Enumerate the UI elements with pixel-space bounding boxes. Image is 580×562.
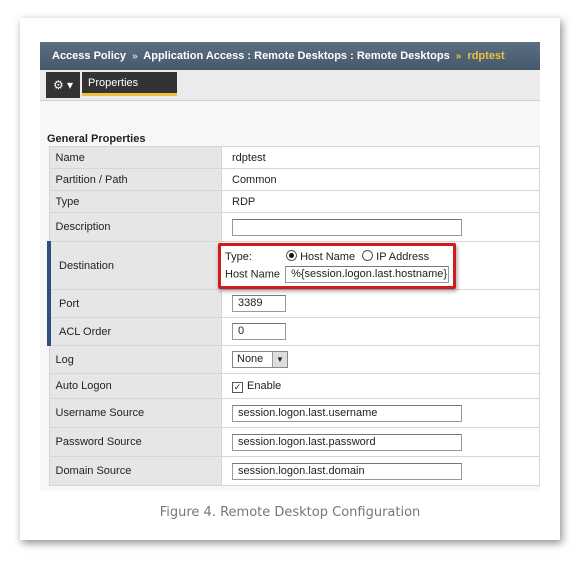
host-name-radio[interactable]	[286, 249, 298, 261]
breadcrumb: Access Policy » Application Access : Rem…	[40, 42, 540, 70]
field-label: Auto Logon	[48, 373, 222, 399]
breadcrumb-access-policy[interactable]: Access Policy	[52, 50, 126, 62]
table-row: Destination Type: Host Name IP Address H…	[47, 241, 540, 290]
table-row: Type RDP	[48, 190, 540, 213]
chevron-down-icon: ▼	[272, 352, 287, 367]
acl-order-input[interactable]: 0	[232, 323, 286, 340]
figure-caption: Figure 4. Remote Desktop Configuration	[159, 505, 421, 520]
field-label: Name	[48, 146, 222, 169]
gear-menu-button[interactable]: ⚙ ▾	[46, 72, 80, 98]
tab-bar: ⚙ ▾ Properties	[40, 70, 540, 101]
table-row: Password Source session.logon.last.passw…	[48, 427, 540, 457]
field-label: Description	[48, 212, 222, 242]
domain-source-input[interactable]: session.logon.last.domain	[232, 462, 462, 480]
enable-checkbox-label: Enable	[247, 379, 282, 392]
partition-value: Common	[221, 168, 540, 191]
properties-table: Name rdptest Partition / Path Common Typ…	[47, 146, 540, 486]
host-name-input[interactable]: %{session.logon.last.hostname}	[285, 265, 450, 283]
type-value: RDP	[221, 190, 540, 213]
field-label: Type	[48, 190, 222, 213]
breadcrumb-separator: »	[132, 51, 138, 62]
breadcrumb-separator: »	[455, 51, 462, 62]
breadcrumb-remote-desktops[interactable]: Application Access : Remote Desktops : R…	[143, 50, 449, 62]
table-row: Auto Logon ✓ Enable	[48, 373, 540, 399]
port-input[interactable]: 3389	[232, 295, 286, 312]
field-label: Domain Source	[48, 456, 222, 486]
ip-address-radio[interactable]	[362, 249, 374, 261]
tab-properties[interactable]: Properties	[82, 72, 177, 96]
field-label: Username Source	[48, 398, 222, 428]
field-label: Password Source	[48, 427, 222, 457]
table-row: Port 3389	[47, 289, 540, 318]
enable-checkbox[interactable]: ✓	[232, 381, 243, 393]
field-label: Log	[48, 345, 222, 374]
section-title: General Properties	[47, 133, 146, 145]
log-select-value: None	[237, 353, 264, 365]
field-label: ACL Order	[47, 317, 222, 346]
field-label: Port	[47, 289, 222, 318]
log-select[interactable]: None ▼	[232, 351, 288, 368]
ip-address-radio-label: IP Address	[376, 250, 430, 263]
breadcrumb-current: rdptest	[467, 50, 505, 62]
table-row: Username Source session.logon.last.usern…	[48, 398, 540, 428]
description-input[interactable]	[232, 218, 462, 236]
destination-highlight: Type: Host Name IP Address Host Name %{s…	[218, 242, 457, 289]
table-row: Description	[48, 212, 540, 242]
username-source-input[interactable]: session.logon.last.username	[232, 404, 462, 422]
table-row: Domain Source session.logon.last.domain	[48, 456, 540, 486]
table-row: Log None ▼	[48, 345, 540, 374]
field-label: Destination	[47, 241, 222, 290]
table-row: Name rdptest	[48, 146, 540, 169]
host-name-label: Host Name	[225, 267, 281, 280]
host-name-radio-label: Host Name	[300, 250, 356, 263]
table-row: ACL Order 0	[47, 317, 540, 346]
name-value: rdptest	[221, 146, 540, 169]
gear-icon: ⚙ ▾	[52, 78, 74, 92]
password-source-input[interactable]: session.logon.last.password	[232, 433, 462, 451]
field-label: Partition / Path	[48, 168, 222, 191]
destination-type-label: Type:	[225, 250, 252, 263]
table-row: Partition / Path Common	[48, 168, 540, 191]
